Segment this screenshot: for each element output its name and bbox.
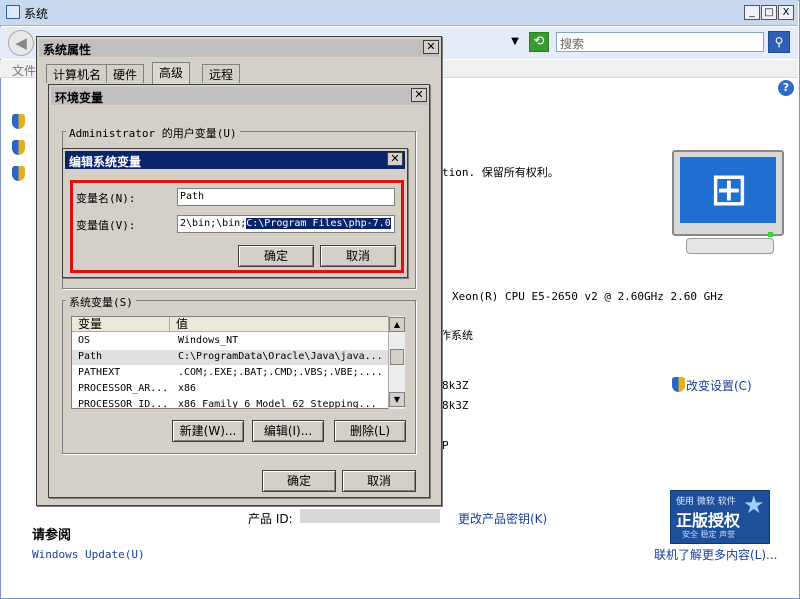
refresh-button[interactable]: ⟲ <box>529 32 549 52</box>
back-button[interactable]: ◀ <box>8 30 34 56</box>
genuine-badge-top: 使用 微软 软件 <box>676 497 736 507</box>
value-text: 2\bin;\bin; <box>180 218 247 229</box>
shield-icon[interactable] <box>12 140 25 155</box>
info-row-3: P <box>442 439 449 452</box>
refresh-icon: ⟲ <box>533 34 545 49</box>
table-row[interactable]: PATHEXT .COM;.EXE;.BAT;.CMD;.VBS;.VBE;..… <box>72 366 390 381</box>
variable-name: Path <box>78 351 103 362</box>
main-titlebar <box>0 0 798 26</box>
variable-name: PROCESSOR_ID... <box>78 399 169 409</box>
tab-advanced[interactable]: 高级 <box>152 62 191 84</box>
system-variables-list[interactable]: 变量 值 OS Windows_NT Path C:\ProgramData\O… <box>71 316 405 409</box>
close-button[interactable]: X <box>778 5 794 20</box>
environment-variables-close-button[interactable]: ✕ <box>411 88 427 102</box>
variable-value: x86 <box>178 383 197 394</box>
info-row-1: 8k3Z <box>442 379 469 392</box>
help-icon[interactable]: ? <box>778 80 794 96</box>
column-header-value[interactable]: 值 <box>170 317 390 332</box>
minimize-button[interactable]: _ <box>744 5 760 20</box>
search-input[interactable]: 搜索 <box>556 32 764 52</box>
variable-name-input[interactable]: Path <box>177 188 395 206</box>
system-app-icon <box>6 5 20 19</box>
new-variable-button[interactable]: 新建(W)... <box>172 420 244 442</box>
variable-value-label: 变量值(V): <box>76 219 136 232</box>
table-row[interactable]: PROCESSOR_ID... x86 Family 6 Model 62 St… <box>72 398 390 409</box>
os-type-text: 作系统 <box>440 329 473 342</box>
address-dropdown-button[interactable]: ▼ <box>506 33 524 51</box>
change-product-key-link[interactable]: 更改产品密钥(K) <box>458 510 547 527</box>
scroll-up-button[interactable]: ▲ <box>389 317 405 332</box>
info-row-2: 8k3Z <box>442 399 469 412</box>
delete-variable-button[interactable]: 删除(L) <box>334 420 406 442</box>
edit-cancel-button[interactable]: 取消 <box>320 245 396 267</box>
monitor-stand <box>686 238 774 254</box>
edit-variable-button[interactable]: 编辑(I)... <box>252 420 324 442</box>
main-window-title: 系统 <box>24 7 49 21</box>
menu-file[interactable]: 文件 <box>12 62 36 79</box>
back-arrow-icon: ◀ <box>15 34 27 52</box>
variable-name-label: 变量名(N): <box>76 192 136 205</box>
genuine-badge-sub: 安全 稳定 声誉 <box>682 530 736 539</box>
change-settings-link[interactable]: 改变设置(C) <box>686 377 752 394</box>
tab-remote[interactable]: 远程 <box>202 64 241 83</box>
environment-variables-title: 环境变量 <box>51 87 427 105</box>
table-row[interactable]: OS Windows_NT <box>72 334 390 349</box>
search-button[interactable]: ⚲ <box>768 31 790 53</box>
product-id-value-redacted <box>300 509 440 523</box>
variable-value: Windows_NT <box>178 335 239 346</box>
value-text-selected: C:\Program Files\php-7.0 <box>246 218 391 229</box>
table-row-selected[interactable]: Path C:\ProgramData\Oracle\Java\java... <box>72 350 390 365</box>
learn-more-link[interactable]: 联机了解更多内容(L)... <box>654 546 778 563</box>
variable-value: x86 Family 6 Model 62 Stepping... <box>178 399 377 409</box>
variable-name: PATHEXT <box>78 367 121 378</box>
variable-name: PROCESSOR_AR... <box>78 383 169 394</box>
edit-dialog-close-button[interactable]: ✕ <box>387 152 403 166</box>
chevron-down-icon: ▼ <box>511 36 519 47</box>
list-scrollbar[interactable]: ▲ ▼ <box>388 316 405 409</box>
variable-value: .COM;.EXE;.BAT;.CMD;.VBS;.VBE;.... <box>178 367 383 378</box>
maximize-button[interactable]: □ <box>761 5 777 20</box>
tab-hardware[interactable]: 硬件 <box>106 64 145 83</box>
windows-logo-icon: ⊞ <box>709 162 749 216</box>
system-properties-title: 系统属性 <box>39 39 439 57</box>
user-variables-label: Administrator 的用户变量(U) <box>66 125 240 141</box>
edit-dialog-title: 编辑系统变量 <box>65 151 405 169</box>
monitor-led <box>768 232 773 237</box>
env-ok-button[interactable]: 确定 <box>262 470 336 492</box>
variable-value-input[interactable]: 2\bin;\bin;C:\Program Files\php-7.0 <box>177 215 395 233</box>
star-icon: ★ <box>743 491 765 519</box>
windows-update-link[interactable]: Windows Update(U) <box>32 548 145 561</box>
system-properties-close-button[interactable]: ✕ <box>423 40 439 54</box>
shield-icon[interactable] <box>12 114 25 129</box>
shield-icon[interactable] <box>12 166 25 181</box>
cpu-info: Xeon(R) CPU E5-2650 v2 @ 2.60GHz 2.60 GH… <box>452 290 724 303</box>
variable-value: C:\ProgramData\Oracle\Java\java... <box>178 351 383 362</box>
edit-ok-button[interactable]: 确定 <box>238 245 314 267</box>
variable-name: OS <box>78 335 91 346</box>
scroll-down-button[interactable]: ▼ <box>389 392 405 407</box>
product-id-label: 产品 ID: <box>248 512 293 526</box>
tab-computer-name[interactable]: 计算机名 <box>46 64 109 83</box>
shield-icon <box>672 377 685 392</box>
table-row[interactable]: PROCESSOR_AR... x86 <box>72 382 390 397</box>
env-cancel-button[interactable]: 取消 <box>342 470 416 492</box>
copyright-text: tion. 保留所有权利。 <box>442 166 559 179</box>
system-variables-label: 系统变量(S) <box>66 294 136 310</box>
scroll-thumb[interactable] <box>390 349 404 365</box>
genuine-badge-main: 正版授权 <box>676 511 741 530</box>
see-also-heading: 请参阅 <box>32 528 72 543</box>
search-icon: ⚲ <box>774 35 784 49</box>
column-header-variable[interactable]: 变量 <box>72 317 170 332</box>
